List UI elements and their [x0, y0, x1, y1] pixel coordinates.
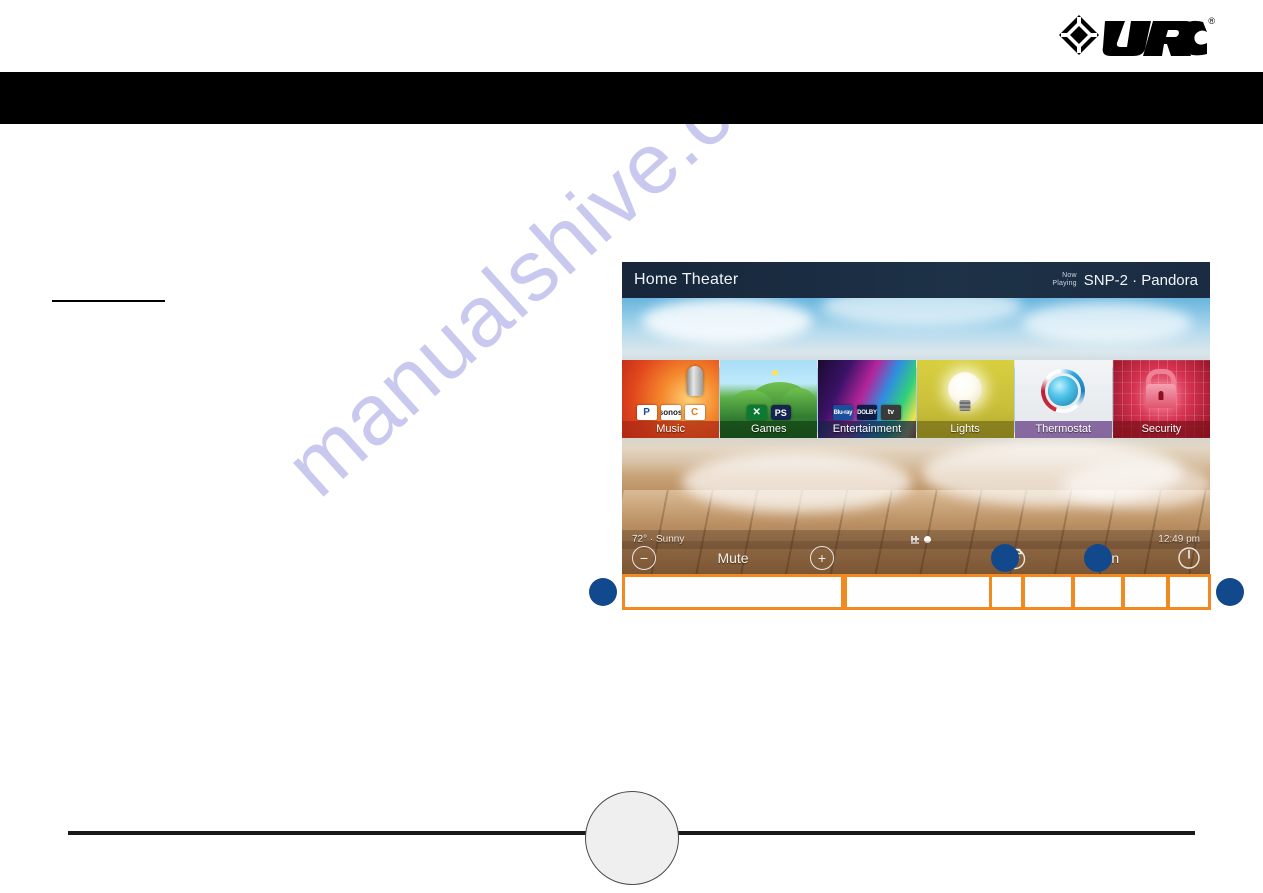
xbox-icon: ✕: [746, 405, 767, 420]
callout-marker-2: [991, 544, 1019, 572]
dolby-icon: DOLBY: [856, 405, 877, 420]
tile-entertainment[interactable]: Blu-ray DOLBY tv Entertainment: [818, 360, 917, 438]
tile-security[interactable]: Security: [1112, 360, 1210, 438]
section-banner: [0, 72, 1263, 124]
callout-box-menu: [989, 574, 1024, 610]
now-playing-label-line1: Now: [1062, 272, 1077, 279]
page-number-badge: [585, 791, 679, 885]
callout-box-power: [1167, 574, 1211, 610]
tile-label: Security: [1112, 421, 1210, 438]
urc-logo: ®: [1057, 12, 1215, 60]
callout-marker-1: [589, 578, 617, 606]
tile-subicons: Blu-ray DOLBY tv: [818, 405, 915, 420]
registered-mark: ®: [1208, 16, 1215, 26]
tile-label: Thermostat: [1014, 421, 1112, 438]
playstation-icon: PS: [770, 405, 791, 420]
music-service-icon: C: [684, 405, 705, 420]
urc-logo-mark: [1059, 15, 1208, 56]
volume-up-button[interactable]: +: [810, 546, 834, 570]
now-playing-label-line2: Playing: [1052, 280, 1077, 287]
tile-subicons: ✕ PS: [720, 405, 817, 420]
control-spacer-left[interactable]: [844, 541, 992, 575]
cloud: [1062, 462, 1210, 508]
tile-games[interactable]: ✕ PS Games: [720, 360, 819, 438]
tile-thermostat[interactable]: Thermostat: [1014, 360, 1113, 438]
power-button[interactable]: [1168, 541, 1210, 575]
control-spacer-mid[interactable]: [1038, 541, 1078, 575]
sonos-icon: sonos: [660, 405, 681, 420]
bluray-icon: Blu-ray: [832, 405, 853, 420]
now-playing[interactable]: Now Playing SNP-2 · Pandora: [1052, 272, 1198, 289]
tile-lights[interactable]: Lights: [916, 360, 1015, 438]
apple-tv-icon: tv: [880, 405, 901, 420]
lightbulb-base: [959, 400, 971, 411]
cloud: [682, 452, 912, 512]
pandora-icon: P: [636, 405, 657, 420]
microphone-icon: [687, 366, 704, 396]
callout-box-spacer2: [1022, 574, 1074, 610]
callout-box-spacer1: [844, 574, 992, 610]
section-underline: [52, 300, 165, 302]
now-playing-value: SNP-2 · Pandora: [1083, 271, 1198, 289]
cloud: [642, 298, 812, 344]
callout-marker-4: [1216, 578, 1244, 606]
volume-control-group: − Mute +: [622, 541, 844, 575]
tile-music[interactable]: P sonos C Music: [622, 360, 721, 438]
page-header: ®: [0, 0, 1263, 72]
tile-subicons: P sonos C: [622, 405, 719, 420]
screen-title-bar: Home Theater Now Playing SNP-2 · Pandora: [622, 262, 1210, 298]
callout-box-main: [1072, 574, 1124, 610]
activity-tiles: P sonos C Music ✕ PS Games: [622, 360, 1210, 438]
power-icon: [1178, 547, 1200, 569]
callout-box-spacer3: [1122, 574, 1169, 610]
padlock-keyhole: [1158, 391, 1164, 400]
thermostat-dial-center: [1048, 376, 1079, 406]
callout-box-volume: [622, 574, 844, 610]
sun-icon: [772, 370, 779, 376]
tile-label: Lights: [916, 421, 1014, 438]
now-playing-label: Now Playing: [1052, 272, 1076, 288]
tile-label: Entertainment: [818, 421, 916, 438]
tile-label: Music: [622, 421, 720, 438]
screen-title: Home Theater: [634, 271, 739, 288]
screen-control-bar: − Mute + Main: [622, 541, 1210, 575]
callout-marker-3: [1084, 544, 1112, 572]
mute-button[interactable]: Mute: [717, 550, 748, 566]
device-screenshot: Home Theater Now Playing SNP-2 · Pandora…: [622, 262, 1210, 575]
cloud: [1022, 302, 1192, 344]
volume-down-button[interactable]: −: [632, 546, 656, 570]
content-column: [52, 160, 572, 310]
control-spacer-right[interactable]: [1130, 541, 1168, 575]
tile-label: Games: [720, 421, 818, 438]
